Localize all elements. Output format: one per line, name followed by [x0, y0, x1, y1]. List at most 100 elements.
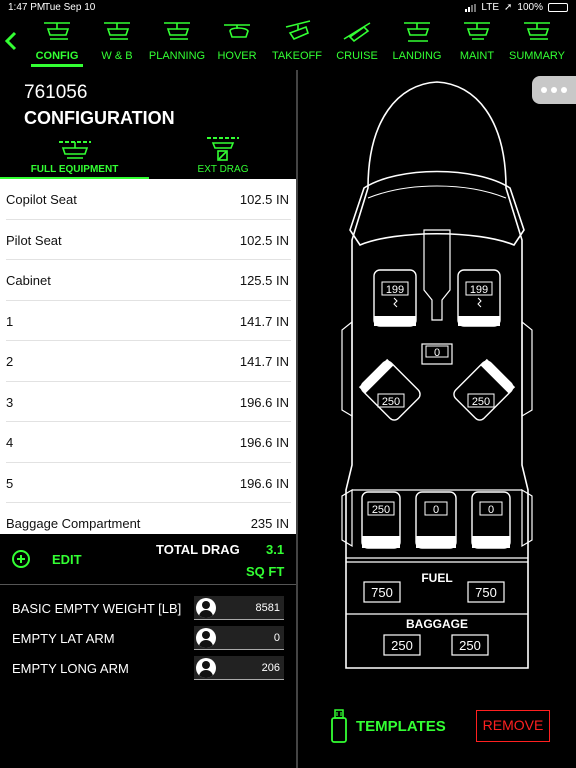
empty-weight-row: EMPTY LAT ARM 0 — [12, 626, 286, 650]
equipment-arm: 196.6 IN — [239, 394, 289, 410]
empty-weight-value: 8581 — [255, 602, 280, 614]
equipment-row[interactable]: Baggage Compartment 235 IN — [6, 503, 291, 534]
seat-2-label: 250 — [467, 393, 495, 408]
tab-ext-drag-label: EXT DRAG — [197, 164, 249, 175]
aircraft-layout: 199 199 0 250 250 250 0 0 FUEL 750 750 B… — [341, 81, 533, 669]
seat-1[interactable] — [358, 358, 423, 423]
equipment-arm: 141.7 IN — [239, 313, 289, 329]
helicopter-config-icon — [44, 22, 70, 40]
equipment-arm: 102.5 IN — [239, 232, 289, 248]
status-bar: 1:47 PM Tue Sep 10 LTE ➚ 100% — [0, 0, 576, 16]
page-title: CONFIGURATION — [24, 108, 175, 128]
equipment-name: 1 — [6, 313, 14, 329]
equipment-row[interactable]: Copilot Seat 102.5 IN — [6, 179, 291, 220]
tab-label: PLANNING — [148, 50, 206, 62]
seat-copilot-weight: 199 — [386, 284, 404, 296]
empty-weight-field[interactable]: 206 — [194, 656, 284, 680]
helicopter-summary-icon — [524, 22, 550, 40]
helicopter-cruise-icon — [343, 22, 371, 43]
aircraft-panel: 199 199 0 250 250 250 0 0 FUEL 750 750 B… — [298, 70, 576, 768]
top-nav: CONFIG W & B PLANNING HOVER TAKEOFF CRUISE LAN… — [0, 16, 576, 70]
empty-weight-field[interactable]: 0 — [194, 626, 284, 650]
tab-config[interactable]: CONFIG — [27, 16, 87, 70]
tab-ext-drag[interactable]: EXT DRAG — [149, 134, 297, 180]
total-drag-unit: SQ FT — [246, 564, 285, 579]
baggage-left-box[interactable]: 250 — [383, 634, 421, 656]
tab-planning[interactable]: PLANNING — [147, 16, 207, 70]
cabinet-slot[interactable]: 0 — [421, 343, 453, 365]
seat-1-label: 250 — [377, 393, 405, 408]
tab-cruise[interactable]: CRUISE — [327, 16, 387, 70]
tab-label: SUMMARY — [508, 50, 566, 62]
equipment-row[interactable]: 2 141.7 IN — [6, 341, 291, 382]
helicopter-planning-icon — [164, 22, 190, 40]
divider — [0, 584, 297, 585]
empty-weight-value: 0 — [273, 632, 280, 644]
more-options-button[interactable] — [532, 76, 576, 104]
baggage-label: BAGGAGE — [406, 617, 468, 631]
baggage-right-box[interactable]: 250 — [451, 634, 489, 656]
equipment-list[interactable]: Copilot Seat 102.5 IN Pilot Seat 102.5 IN Ca… — [0, 179, 297, 534]
fuel-left-box[interactable]: 750 — [363, 581, 401, 603]
equipment-arm: 196.6 IN — [239, 435, 289, 450]
tab-takeoff[interactable]: TAKEOFF — [267, 16, 327, 70]
total-drag-value: 3.1 — [266, 542, 285, 557]
tab-summary[interactable]: SUMMARY — [507, 16, 567, 70]
fuel-right-value: 750 — [475, 585, 497, 600]
equipment-row[interactable]: 1 141.7 IN — [6, 301, 291, 341]
seat-copilot[interactable]: 199 — [373, 269, 417, 327]
helicopter-weight-balance-icon — [104, 22, 130, 40]
equipment-row[interactable]: 4 196.6 IN — [6, 422, 291, 463]
tab-full-equipment[interactable]: FULL EQUIPMENT — [0, 134, 149, 180]
equipment-name: 3 — [6, 394, 14, 410]
seat-5[interactable]: 0 — [471, 491, 511, 549]
tab-label: MAINT — [459, 50, 495, 62]
signal-icon — [465, 3, 477, 12]
empty-weight-value: 206 — [261, 662, 280, 674]
back-button[interactable] — [4, 30, 22, 54]
tab-label: CRUISE — [336, 50, 378, 62]
windshield — [349, 170, 525, 246]
edit-button[interactable]: EDIT — [12, 548, 82, 570]
tab-w-b[interactable]: W & B — [87, 16, 147, 70]
status-date: Tue Sep 10 — [44, 2, 96, 13]
fuel-label: FUEL — [421, 571, 452, 585]
tab-maint[interactable]: MAINT — [447, 16, 507, 70]
equipment-arm: 102.5 IN — [239, 192, 289, 207]
helicopter-hover-icon — [224, 24, 250, 38]
seat-3[interactable]: 250 — [361, 491, 401, 549]
tab-full-equipment-label: FULL EQUIPMENT — [30, 164, 119, 175]
empty-weight-field[interactable]: 8581 — [194, 596, 284, 620]
equipment-row[interactable]: 5 196.6 IN — [6, 463, 291, 503]
equipment-row[interactable]: 3 196.6 IN — [6, 382, 291, 422]
network-label: LTE — [481, 2, 500, 13]
empty-weight-label: BASIC EMPTY WEIGHT [LB] — [12, 601, 182, 616]
seat-pilot-weight: 199 — [470, 284, 488, 296]
baggage-right-value: 250 — [459, 638, 481, 653]
config-panel: 761056 CONFIGURATION FULL EQUIPMENT EXT … — [0, 70, 297, 768]
empty-weight-label: EMPTY LAT ARM — [12, 631, 115, 646]
fuel-right-box[interactable]: 750 — [467, 581, 505, 603]
person-icon — [196, 658, 216, 678]
seat-pilot[interactable]: 199 — [457, 269, 501, 327]
templates-label: TEMPLATES — [356, 717, 446, 735]
equipment-name: Pilot Seat — [6, 232, 62, 248]
equipment-name: Copilot Seat — [6, 192, 77, 207]
equipment-name: 5 — [6, 475, 14, 491]
ellipsis-dot — [561, 87, 567, 93]
tab-hover[interactable]: HOVER — [207, 16, 267, 70]
tab-landing[interactable]: LANDING — [387, 16, 447, 70]
equipment-row[interactable]: Pilot Seat 102.5 IN — [6, 220, 291, 260]
seat-2[interactable] — [451, 358, 516, 423]
empty-weight-row: EMPTY LONG ARM 206 — [12, 656, 286, 680]
ext-drag-icon — [207, 137, 239, 161]
equipment-arm: 125.5 IN — [239, 273, 289, 288]
seat-4[interactable]: 0 — [415, 491, 457, 549]
helicopter-maint-icon — [464, 22, 490, 40]
seat-1-weight: 250 — [382, 396, 400, 408]
remove-button[interactable]: REMOVE — [476, 710, 550, 742]
side-doors — [341, 320, 533, 418]
templates-button[interactable]: TEMPLATES — [330, 708, 446, 744]
equipment-row[interactable]: Cabinet 125.5 IN — [6, 260, 291, 301]
empty-weight-row: BASIC EMPTY WEIGHT [LB] 8581 — [12, 596, 286, 620]
